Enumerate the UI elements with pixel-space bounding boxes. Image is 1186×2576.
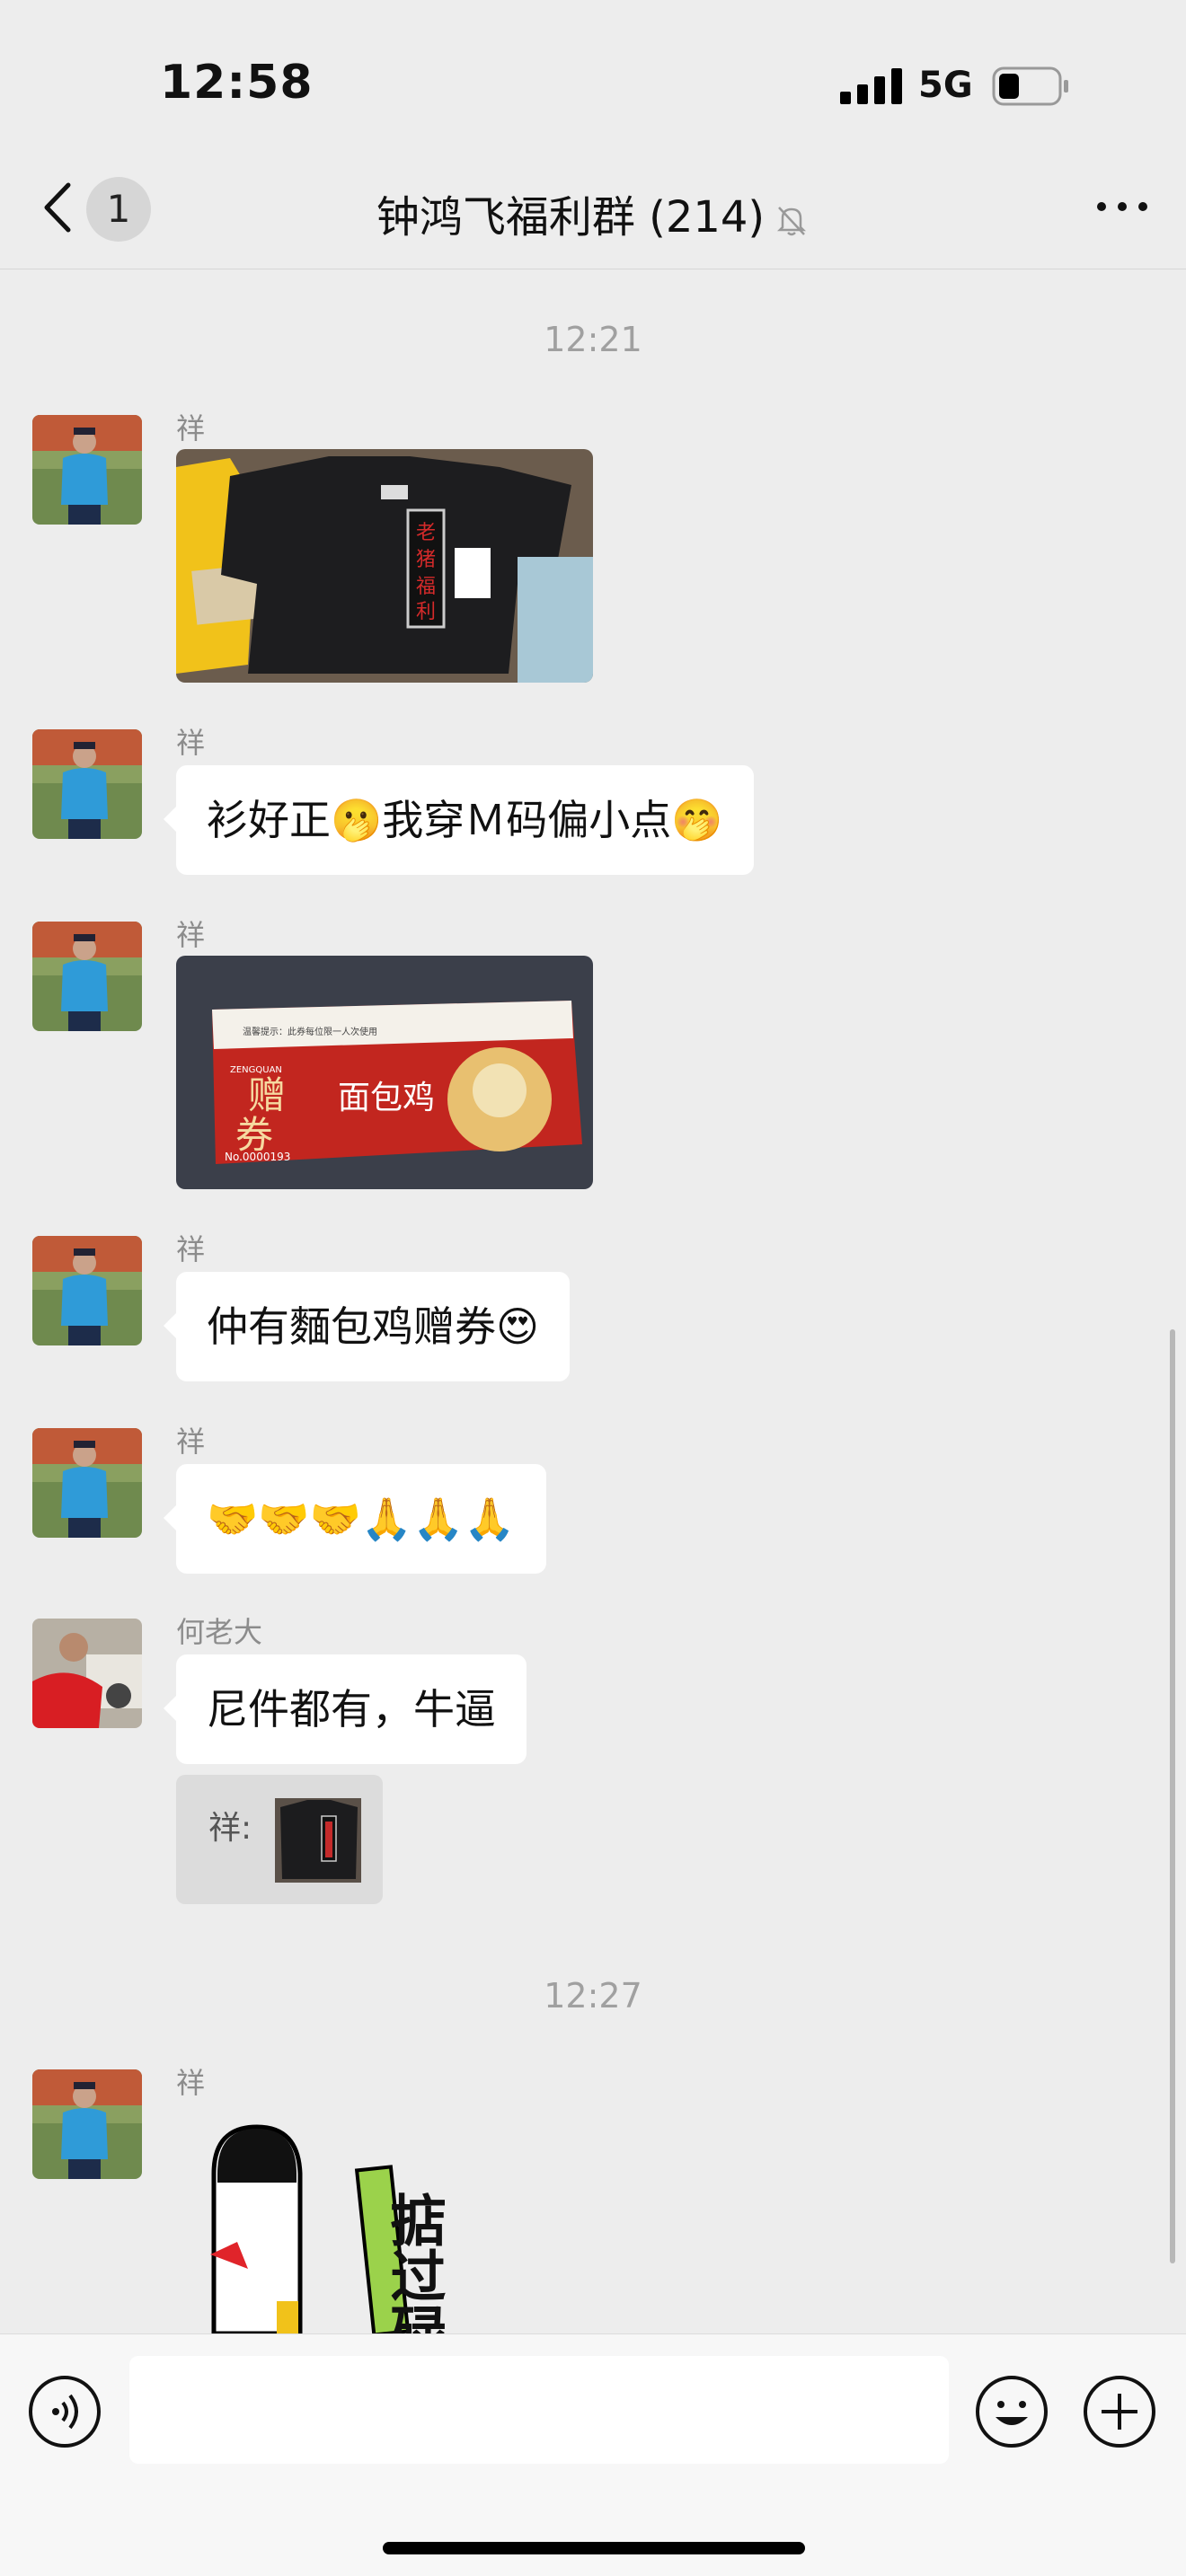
quote-thumbnail	[275, 1798, 361, 1883]
avatar[interactable]	[32, 1236, 142, 1345]
svg-text:温馨提示：此券每位限一人次使用: 温馨提示：此券每位限一人次使用	[243, 1026, 377, 1037]
svg-text:面包鸡: 面包鸡	[338, 1080, 435, 1116]
sender-name: 祥	[176, 2066, 206, 2100]
svg-text:利: 利	[416, 601, 436, 623]
avatar[interactable]	[32, 1619, 142, 1728]
sender-name: 祥	[176, 918, 206, 952]
sender-name: 祥	[176, 411, 206, 446]
svg-text:赠: 赠	[248, 1073, 286, 1117]
shirt-photo[interactable]: 老 猪 福 利	[176, 449, 593, 683]
message-bubble[interactable]: 🤝🤝🤝🙏🙏🙏	[164, 1464, 546, 1574]
battery-icon	[992, 66, 1068, 106]
voice-icon[interactable]	[27, 2374, 102, 2449]
time-separator: 12:27	[544, 1976, 642, 2016]
avatar[interactable]	[32, 922, 142, 1031]
sender-name: 祥	[176, 726, 206, 760]
svg-text:猪: 猪	[416, 549, 436, 571]
chat-header: 1 钟鸿飞福利群 (214)	[0, 144, 1186, 269]
voucher-photo[interactable]: 温馨提示：此券每位限一人次使用 ZENGQUAN 赠 券 面包鸡 No.0000…	[176, 956, 593, 1189]
plus-icon[interactable]	[1082, 2374, 1157, 2449]
smile-icon[interactable]	[974, 2374, 1049, 2449]
sender-name: 祥	[176, 1425, 206, 1459]
svg-text:No.0000193: No.0000193	[225, 1151, 290, 1163]
quoted-message[interactable]: 祥:	[176, 1775, 383, 1904]
message-bubble[interactable]: 衫好正🫢我穿Ｍ码偏小点🤭	[164, 765, 754, 875]
bell-slash-icon	[777, 207, 807, 236]
avatar[interactable]	[32, 415, 142, 525]
quote-sender: 祥:	[208, 1810, 252, 1847]
sticker-image[interactable]: 掂过碌	[198, 2111, 539, 2333]
message-input[interactable]	[129, 2356, 949, 2464]
message-bubble[interactable]: 仲有麵包鸡赠券😍	[164, 1272, 570, 1381]
ellipsis-icon[interactable]	[1094, 198, 1150, 216]
sender-name: 祥	[176, 1232, 206, 1266]
time-separator: 12:21	[544, 320, 642, 359]
svg-text:老: 老	[416, 522, 436, 544]
svg-text:掂过碌: 掂过碌	[381, 2192, 447, 2333]
avatar[interactable]	[32, 2069, 142, 2179]
chat-title[interactable]: 钟鸿飞福利群 (214)	[0, 181, 1186, 244]
home-indicator	[383, 2542, 805, 2554]
avatar[interactable]	[32, 729, 142, 839]
network-label: 5G	[918, 65, 973, 106]
scrollbar[interactable]	[1170, 1329, 1175, 2263]
avatar[interactable]	[32, 1428, 142, 1538]
status-time: 12:58	[160, 56, 314, 110]
svg-text:福: 福	[416, 576, 436, 598]
input-bar	[0, 2333, 1186, 2576]
sender-name: 何老大	[176, 1615, 263, 1649]
message-bubble[interactable]: 尼件都有，牛逼	[164, 1654, 527, 1764]
signal-icon	[840, 68, 902, 104]
chat-title-text: 钟鸿飞福利群 (214)	[376, 192, 766, 243]
